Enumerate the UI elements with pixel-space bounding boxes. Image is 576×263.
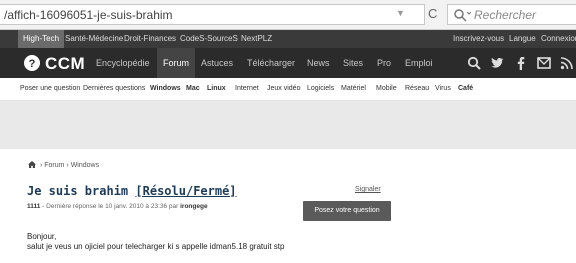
topbar-item-hightech[interactable]: High-Tech — [18, 30, 65, 48]
last-reply-text: - Dernière réponse le 10 janv. 2010 à 23… — [42, 203, 179, 210]
author-link[interactable]: irongege — [180, 203, 207, 210]
search-placeholder: Rechercher — [474, 8, 537, 22]
post-meta: 1111 - Dernière réponse le 10 janv. 2010… — [27, 203, 208, 210]
svg-text:?: ? — [29, 58, 36, 70]
nav-item-forum[interactable]: Forum — [157, 48, 196, 78]
post-content: › Forum › Windows Je suis brahim [Résolu… — [14, 149, 576, 263]
main-navigation: ? CCM Encyclopédie Forum Astuces Télécha… — [0, 48, 576, 78]
topbar-item-nextplz[interactable]: NextPLZ — [241, 34, 272, 43]
nav-item-astuces[interactable]: Astuces — [201, 58, 233, 68]
subnav-reseau[interactable]: Réseau — [405, 85, 429, 92]
twitter-icon[interactable] — [490, 56, 504, 70]
subnav-latest-questions[interactable]: Dernières questions — [83, 85, 145, 92]
ad-banner-area — [0, 101, 576, 149]
report-link[interactable]: Signaler — [355, 186, 381, 193]
register-link[interactable]: Inscrivez-vous — [453, 34, 504, 43]
subnav-mobile[interactable]: Mobile — [376, 85, 397, 92]
rss-icon[interactable] — [560, 56, 574, 70]
search-icon[interactable] — [467, 56, 481, 70]
search-icon — [454, 9, 471, 22]
forum-subnav: Poser une question Dernières questions W… — [0, 78, 576, 101]
breadcrumb: › Forum › Windows — [28, 161, 99, 169]
subnav-virus[interactable]: Virus — [435, 85, 451, 92]
topbar-item-droit[interactable]: Droit-Finances — [124, 34, 176, 43]
reload-icon[interactable]: C — [428, 6, 437, 21]
nav-item-pro[interactable]: Pro — [377, 58, 391, 68]
breadcrumb-windows[interactable]: Windows — [71, 162, 99, 169]
post-message: salut je veus un ojiciel pour telecharge… — [27, 242, 285, 251]
subnav-linux[interactable]: Linux — [207, 85, 226, 92]
subnav-cafe[interactable]: Café — [458, 85, 473, 92]
topbar-item-sante[interactable]: Santé-Médecine — [65, 34, 123, 43]
home-icon[interactable] — [28, 161, 36, 168]
subnav-internet[interactable]: Internet — [235, 85, 259, 92]
page-title: Je suis brahim [Résolu/Fermé] — [27, 184, 237, 198]
subnav-materiel[interactable]: Matériel — [341, 85, 366, 92]
nav-item-telecharger[interactable]: Télécharger — [247, 58, 295, 68]
ccm-logo-icon: ? — [24, 55, 40, 71]
nav-item-emploi[interactable]: Emploi — [405, 58, 433, 68]
question-title: Je suis brahim — [27, 184, 129, 198]
breadcrumb-forum[interactable]: Forum — [44, 162, 64, 169]
mail-icon[interactable] — [537, 56, 551, 70]
nav-item-news[interactable]: News — [307, 58, 330, 68]
browser-toolbar: /affich-16096051-je-suis-brahim ▼ C Rech… — [0, 0, 576, 30]
login-link[interactable]: Connexion — [541, 34, 576, 43]
address-text: /affich-16096051-je-suis-brahim — [4, 8, 173, 22]
top-network-bar: High-Tech Santé-Médecine Droit-Finances … — [0, 30, 576, 48]
view-count: 1111 — [27, 203, 41, 210]
subnav-logiciels[interactable]: Logiciels — [307, 85, 334, 92]
post-greeting: Bonjour, — [27, 232, 57, 241]
chevron-down-icon[interactable]: ▼ — [396, 8, 405, 18]
browser-search-field[interactable]: Rechercher — [447, 4, 576, 25]
post-body: Bonjour, salut je veus un ojiciel pour t… — [27, 232, 284, 252]
facebook-icon[interactable] — [514, 56, 528, 70]
nav-item-encyclopedie[interactable]: Encyclopédie — [96, 58, 150, 68]
address-bar[interactable]: /affich-16096051-je-suis-brahim ▼ — [0, 4, 425, 25]
subnav-jeux-video[interactable]: Jeux vidéo — [267, 85, 300, 92]
question-status[interactable]: [Résolu/Fermé] — [135, 184, 236, 198]
ask-question-button[interactable]: Posez votre question — [303, 201, 391, 221]
subnav-windows[interactable]: Windows — [150, 85, 181, 92]
subnav-mac[interactable]: Mac — [186, 85, 200, 92]
logo-text: CCM — [45, 54, 86, 73]
nav-item-sites[interactable]: Sites — [343, 58, 363, 68]
topbar-item-codes[interactable]: CodeS-SourceS — [180, 34, 238, 43]
subnav-ask-question[interactable]: Poser une question — [20, 85, 80, 92]
language-link[interactable]: Langue — [509, 34, 536, 43]
